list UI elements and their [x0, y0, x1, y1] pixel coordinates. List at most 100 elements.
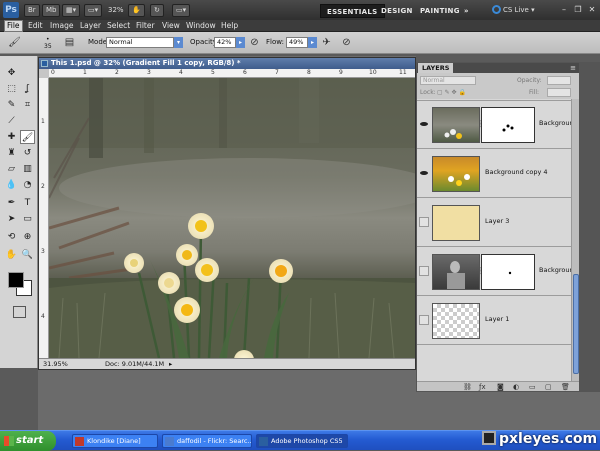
screen-mode-button[interactable]: ▭▾: [172, 4, 191, 17]
visibility-eye-icon[interactable]: [419, 119, 429, 129]
panel-menu-icon[interactable]: ≡: [570, 63, 576, 73]
layer-row[interactable]: ⛓ Background...: [417, 248, 571, 296]
layers-tab[interactable]: LAYERS: [418, 63, 454, 73]
delete-layer-icon[interactable]: 🗑: [561, 383, 570, 391]
menu-view[interactable]: View: [162, 20, 180, 32]
airbrush-icon[interactable]: ✈: [320, 36, 333, 49]
menu-help[interactable]: Help: [221, 20, 238, 32]
new-group-icon[interactable]: ▭: [529, 383, 536, 391]
minimize-button[interactable]: –: [558, 4, 570, 15]
restore-button[interactable]: ❐: [572, 4, 584, 15]
layer-row[interactable]: Layer 3: [417, 199, 571, 247]
menu-layer[interactable]: Layer: [80, 20, 101, 32]
opacity-input[interactable]: 42%: [214, 37, 236, 48]
move-tool-icon[interactable]: ✥: [4, 66, 19, 80]
mode-dropdown-arrow[interactable]: ▾: [174, 37, 183, 48]
3d-rotate-tool-icon[interactable]: ⟲: [4, 230, 19, 244]
vertical-ruler[interactable]: 1 2 3 4: [39, 78, 49, 358]
cs-live-menu[interactable]: CS Live ▾: [492, 4, 535, 17]
clone-stamp-tool-icon[interactable]: ♜: [4, 146, 19, 160]
new-layer-icon[interactable]: ▢: [545, 383, 552, 391]
layer-mask-thumbnail[interactable]: [481, 107, 535, 143]
quick-mask-icon[interactable]: [13, 306, 26, 318]
brush-size[interactable]: • 35: [44, 36, 52, 50]
hand-tool-button[interactable]: ✋: [128, 4, 145, 17]
layer-row[interactable]: ⛓ Background: [417, 101, 571, 149]
start-button[interactable]: start: [0, 431, 56, 451]
visibility-toggle-box[interactable]: [419, 217, 429, 227]
3d-orbit-tool-icon[interactable]: ⊕: [20, 230, 35, 244]
minibridge-button[interactable]: Mb: [42, 4, 61, 17]
add-mask-icon[interactable]: ◙: [497, 383, 504, 391]
pressure-size-icon[interactable]: ⊘: [340, 36, 353, 49]
close-button[interactable]: ✕: [586, 4, 598, 15]
document-tab[interactable]: This 1.psd @ 32% (Gradient Fill 1 copy, …: [39, 58, 415, 69]
brush-tool-icon[interactable]: 🖌: [20, 130, 35, 144]
gradient-tool-icon[interactable]: ▥: [20, 162, 35, 176]
taskbar-item[interactable]: Klondike [Diane]: [72, 434, 158, 448]
taskbar-item[interactable]: daffodil - Flickr: Searc...: [162, 434, 252, 448]
pressure-opacity-icon[interactable]: ⊘: [248, 36, 261, 49]
flow-input[interactable]: 49%: [286, 37, 308, 48]
arrange-button[interactable]: ▭▾: [84, 4, 103, 17]
path-select-tool-icon[interactable]: ➤: [4, 212, 19, 226]
lasso-tool-icon[interactable]: ʆ: [20, 82, 35, 96]
layer-row[interactable]: Background copy 4: [417, 150, 571, 198]
layer-style-icon[interactable]: ƒx: [479, 383, 486, 391]
fill-input[interactable]: [547, 88, 571, 97]
blend-mode-select[interactable]: Normal: [420, 76, 476, 85]
more-workspaces-button[interactable]: »: [458, 4, 475, 18]
eyedropper-tool-icon[interactable]: ⟋: [4, 114, 19, 128]
crop-tool-icon[interactable]: ⌗: [20, 98, 35, 112]
quick-select-tool-icon[interactable]: ✎: [4, 98, 19, 112]
foreground-color-swatch[interactable]: [8, 272, 24, 288]
status-menu-arrow-icon[interactable]: ▸: [169, 359, 172, 369]
history-brush-tool-icon[interactable]: ↺: [20, 146, 35, 160]
layer-opacity-input[interactable]: [547, 76, 571, 85]
bridge-button[interactable]: Br: [24, 4, 40, 17]
zoom-percentage[interactable]: 31.95%: [43, 359, 68, 369]
workspace-design[interactable]: DESIGN: [375, 4, 419, 18]
menu-filter[interactable]: Filter: [136, 20, 155, 32]
brush-panel-toggle-icon[interactable]: ▤: [63, 36, 76, 49]
taskbar-item[interactable]: Adobe Photoshop CS5: [256, 434, 348, 448]
ruler-tick: 10: [369, 69, 377, 76]
blur-tool-icon[interactable]: 💧: [4, 178, 19, 192]
zoom-tool-icon[interactable]: 🔍: [20, 248, 35, 262]
layer-thumbnail: [432, 254, 480, 290]
link-layers-icon[interactable]: ⛓: [463, 383, 472, 391]
dodge-tool-icon[interactable]: ◔: [20, 178, 35, 192]
marquee-tool-icon[interactable]: ⬚: [4, 82, 19, 96]
visibility-toggle-box[interactable]: [419, 315, 429, 325]
adjustment-layer-icon[interactable]: ◐: [513, 383, 519, 391]
healing-brush-tool-icon[interactable]: ✚: [4, 130, 19, 144]
eraser-tool-icon[interactable]: ▱: [4, 162, 19, 176]
layer-mask-thumbnail[interactable]: [481, 254, 535, 290]
menu-file[interactable]: File: [4, 20, 23, 32]
type-tool-icon[interactable]: T: [20, 196, 35, 210]
pen-tool-icon[interactable]: ✒: [4, 196, 19, 210]
menu-select[interactable]: Select: [107, 20, 130, 32]
hand-tool-icon[interactable]: ✋: [4, 248, 19, 262]
pxleyes-logo-icon: [482, 431, 496, 445]
layers-scrollbar[interactable]: [571, 99, 579, 381]
shape-tool-icon[interactable]: ▭: [20, 212, 35, 226]
menu-window[interactable]: Window: [186, 20, 216, 32]
ruler-tick: 2: [41, 183, 45, 190]
visibility-toggle-box[interactable]: [419, 266, 429, 276]
layer-row[interactable]: Layer 1: [417, 297, 571, 345]
rotate-view-button[interactable]: ↻: [150, 4, 164, 17]
menu-image[interactable]: Image: [50, 20, 74, 32]
opacity-slider-arrow[interactable]: ▸: [236, 37, 245, 48]
lock-icons[interactable]: ▢ ✎ ✥ 🔒: [437, 87, 466, 99]
visibility-eye-icon[interactable]: [419, 168, 429, 178]
brush-preset-icon[interactable]: 🖌: [8, 36, 21, 49]
horizontal-ruler[interactable]: 0 1 2 3 4 5 6 7 8 9 10 11: [49, 69, 415, 78]
flow-slider-arrow[interactable]: ▸: [308, 37, 317, 48]
scrollbar-thumb[interactable]: [573, 274, 579, 374]
mode-select[interactable]: Normal: [106, 37, 174, 48]
zoom-level[interactable]: 32%: [108, 4, 124, 16]
document-canvas[interactable]: [49, 78, 415, 358]
menu-edit[interactable]: Edit: [28, 20, 43, 32]
view-extras-button[interactable]: ▦▾: [62, 4, 81, 17]
